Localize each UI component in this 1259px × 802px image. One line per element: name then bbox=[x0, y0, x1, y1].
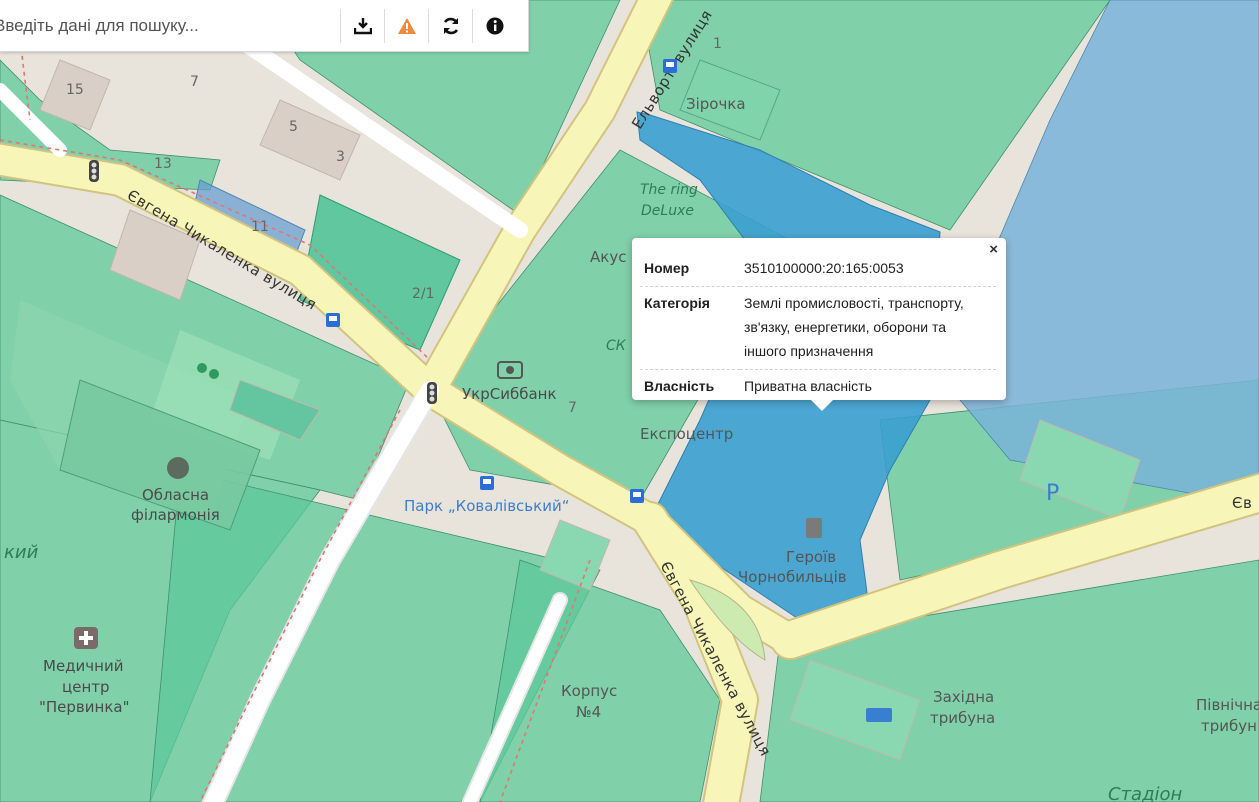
bus-stop-icon bbox=[663, 59, 677, 73]
house-number: 1 bbox=[713, 36, 722, 52]
bus-stop-icon bbox=[326, 313, 340, 327]
warning-icon bbox=[397, 17, 416, 34]
row-key: Категорія bbox=[640, 286, 740, 370]
house-number: 5 bbox=[289, 119, 298, 135]
place-label: Героїв bbox=[786, 548, 836, 566]
warning-button[interactable] bbox=[384, 8, 428, 43]
place-label: Чорнобильців bbox=[738, 568, 847, 586]
hospital-icon bbox=[74, 627, 98, 649]
search-input[interactable] bbox=[0, 1, 334, 50]
place-label: СК bbox=[606, 338, 627, 354]
refresh-button[interactable] bbox=[428, 8, 472, 43]
place-label: DeLuxe bbox=[641, 203, 694, 219]
row-value: Приватна власність bbox=[744, 378, 872, 394]
place-label: "Первинка" bbox=[39, 698, 129, 716]
traffic-light-icon bbox=[427, 382, 437, 404]
table-row: Категорія Землі промисловості, транспорт… bbox=[640, 286, 996, 370]
place-label: трибуна bbox=[930, 709, 995, 727]
row-key: Номер bbox=[640, 252, 740, 287]
place-label: УкрСиббанк bbox=[462, 385, 557, 403]
place-label: Північна bbox=[1196, 696, 1259, 714]
place-label: кий bbox=[4, 542, 39, 563]
house-number: 11 bbox=[251, 219, 269, 235]
place-label: Західна bbox=[933, 688, 994, 706]
download-button[interactable] bbox=[340, 8, 384, 43]
place-label: Обласна bbox=[142, 486, 209, 504]
place-label: Акус bbox=[590, 248, 626, 266]
place-label: Стадіон bbox=[1108, 784, 1183, 802]
place-label: філармонія bbox=[131, 506, 220, 524]
parking-icon: P bbox=[1046, 481, 1059, 506]
house-number: 15 bbox=[66, 82, 84, 98]
place-label: Зірочка bbox=[686, 95, 746, 113]
map-canvas[interactable]: 15 7 5 3 13 11 2/1 1 7 Євгена Чикаленка … bbox=[0, 0, 1259, 802]
info-button[interactable] bbox=[472, 8, 516, 43]
svg-text:P: P bbox=[1046, 481, 1059, 506]
bus-stop-icon bbox=[480, 476, 494, 490]
house-number: 13 bbox=[154, 156, 172, 172]
bus-stop-icon bbox=[630, 489, 644, 503]
info-icon bbox=[486, 17, 503, 34]
refresh-icon bbox=[443, 17, 458, 34]
download-icon bbox=[353, 17, 372, 34]
place-label: Медичний bbox=[43, 657, 123, 675]
street-label: Єв bbox=[1232, 494, 1252, 512]
place-label: центр bbox=[62, 678, 110, 696]
place-label: Корпус bbox=[561, 682, 617, 700]
park-label: Парк „Ковалівський“ bbox=[404, 497, 569, 515]
row-value: Землі промисловості, транспорту, зв'язку… bbox=[740, 286, 996, 370]
hotel-icon bbox=[866, 708, 892, 722]
table-row: Номер 3510100000:20:165:0053 bbox=[640, 252, 996, 287]
parcel-info-popup: × Номер 3510100000:20:165:0053 Категорія… bbox=[632, 238, 1006, 411]
place-label: №4 bbox=[576, 703, 601, 721]
place-label: Експоцентр bbox=[640, 425, 733, 443]
house-number: 3 bbox=[336, 149, 345, 165]
traffic-light-icon bbox=[89, 160, 99, 182]
house-number: 7 bbox=[568, 400, 577, 416]
search-toolbar bbox=[0, 0, 529, 52]
house-number: 2/1 bbox=[412, 286, 435, 302]
place-label: трибун bbox=[1201, 717, 1257, 735]
memorial-icon bbox=[806, 518, 822, 538]
house-number: 7 bbox=[190, 74, 199, 90]
row-value: 3510100000:20:165:0053 bbox=[740, 252, 996, 287]
place-label: The ring bbox=[640, 182, 698, 198]
parcel-info-table: Номер 3510100000:20:165:0053 Категорія З… bbox=[640, 252, 996, 404]
row-key: Власність bbox=[644, 378, 715, 394]
theatre-icon bbox=[167, 457, 189, 479]
popup-pointer bbox=[810, 399, 834, 411]
